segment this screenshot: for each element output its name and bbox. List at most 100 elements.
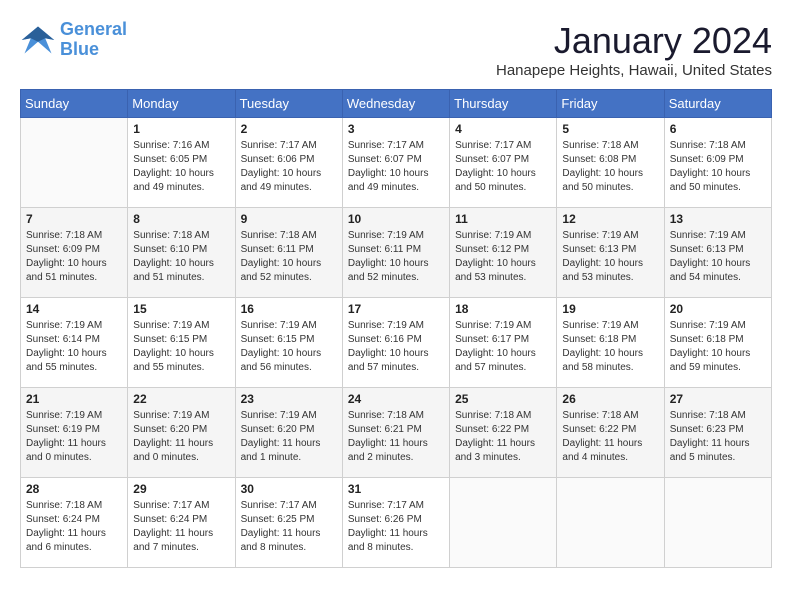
calendar-cell: 12 Sunrise: 7:19 AM Sunset: 6:13 PM Dayli…	[557, 208, 664, 298]
calendar-cell: 11 Sunrise: 7:19 AM Sunset: 6:12 PM Dayli…	[450, 208, 557, 298]
weekday-header-saturday: Saturday	[664, 90, 771, 118]
weekday-header-wednesday: Wednesday	[342, 90, 449, 118]
day-info: Sunrise: 7:19 AM Sunset: 6:12 PM Dayligh…	[455, 229, 551, 285]
day-number: 14	[26, 302, 122, 316]
day-number: 31	[348, 482, 444, 496]
calendar-cell: 17 Sunrise: 7:19 AM Sunset: 6:16 PM Dayli…	[342, 298, 449, 388]
title-section: January 2024 Hanapepe Heights, Hawaii, U…	[496, 20, 772, 79]
calendar-cell: 25 Sunrise: 7:18 AM Sunset: 6:22 PM Dayli…	[450, 388, 557, 478]
day-info: Sunrise: 7:18 AM Sunset: 6:23 PM Dayligh…	[670, 409, 766, 465]
day-number: 20	[670, 302, 766, 316]
calendar-cell	[21, 118, 128, 208]
day-number: 13	[670, 212, 766, 226]
weekday-header-row: SundayMondayTuesdayWednesdayThursdayFrid…	[21, 90, 772, 118]
weekday-header-sunday: Sunday	[21, 90, 128, 118]
day-number: 5	[562, 122, 658, 136]
day-number: 30	[241, 482, 337, 496]
location-title: Hanapepe Heights, Hawaii, United States	[496, 62, 772, 79]
logo-text: General Blue	[60, 20, 127, 60]
day-info: Sunrise: 7:19 AM Sunset: 6:19 PM Dayligh…	[26, 409, 122, 465]
day-info: Sunrise: 7:19 AM Sunset: 6:18 PM Dayligh…	[670, 319, 766, 375]
calendar-cell: 13 Sunrise: 7:19 AM Sunset: 6:13 PM Dayli…	[664, 208, 771, 298]
day-info: Sunrise: 7:17 AM Sunset: 6:26 PM Dayligh…	[348, 499, 444, 555]
calendar-cell	[664, 478, 771, 568]
calendar-cell: 2 Sunrise: 7:17 AM Sunset: 6:06 PM Daylig…	[235, 118, 342, 208]
day-info: Sunrise: 7:18 AM Sunset: 6:08 PM Dayligh…	[562, 139, 658, 195]
calendar-week-row: 21Sunrise: 7:19 AM Sunset: 6:19 PM Dayli…	[21, 388, 772, 478]
day-info: Sunrise: 7:17 AM Sunset: 6:06 PM Dayligh…	[241, 139, 337, 195]
day-number: 12	[562, 212, 658, 226]
day-number: 4	[455, 122, 551, 136]
day-number: 28	[26, 482, 122, 496]
calendar-cell: 29Sunrise: 7:17 AM Sunset: 6:24 PM Dayli…	[128, 478, 235, 568]
calendar-cell: 21Sunrise: 7:19 AM Sunset: 6:19 PM Dayli…	[21, 388, 128, 478]
day-number: 17	[348, 302, 444, 316]
day-info: Sunrise: 7:19 AM Sunset: 6:13 PM Dayligh…	[670, 229, 766, 285]
day-info: Sunrise: 7:19 AM Sunset: 6:20 PM Dayligh…	[133, 409, 229, 465]
day-info: Sunrise: 7:19 AM Sunset: 6:15 PM Dayligh…	[133, 319, 229, 375]
calendar-week-row: 7Sunrise: 7:18 AM Sunset: 6:09 PM Daylig…	[21, 208, 772, 298]
weekday-header-friday: Friday	[557, 90, 664, 118]
calendar-cell: 28 Sunrise: 7:18 AM Sunset: 6:24 PM Dayli…	[21, 478, 128, 568]
day-number: 27	[670, 392, 766, 406]
logo: General Blue	[20, 20, 127, 60]
day-number: 7	[26, 212, 122, 226]
header: General Blue January 2024 Hanapepe Heigh…	[20, 20, 772, 79]
month-title: January 2024	[496, 20, 772, 62]
day-number: 25	[455, 392, 551, 406]
calendar-cell	[450, 478, 557, 568]
calendar-cell: 15Sunrise: 7:19 AM Sunset: 6:15 PM Dayli…	[128, 298, 235, 388]
calendar-cell: 4 Sunrise: 7:17 AM Sunset: 6:07 PM Daylig…	[450, 118, 557, 208]
day-info: Sunrise: 7:18 AM Sunset: 6:22 PM Dayligh…	[455, 409, 551, 465]
day-info: Sunrise: 7:16 AM Sunset: 6:05 PM Dayligh…	[133, 139, 229, 195]
weekday-header-monday: Monday	[128, 90, 235, 118]
weekday-header-thursday: Thursday	[450, 90, 557, 118]
calendar-cell	[557, 478, 664, 568]
calendar-cell: 31 Sunrise: 7:17 AM Sunset: 6:26 PM Dayli…	[342, 478, 449, 568]
calendar-cell: 27 Sunrise: 7:18 AM Sunset: 6:23 PM Dayli…	[664, 388, 771, 478]
day-number: 24	[348, 392, 444, 406]
day-info: Sunrise: 7:18 AM Sunset: 6:22 PM Dayligh…	[562, 409, 658, 465]
calendar-cell: 26 Sunrise: 7:18 AM Sunset: 6:22 PM Dayli…	[557, 388, 664, 478]
day-number: 26	[562, 392, 658, 406]
day-info: Sunrise: 7:19 AM Sunset: 6:20 PM Dayligh…	[241, 409, 337, 465]
day-number: 6	[670, 122, 766, 136]
day-info: Sunrise: 7:19 AM Sunset: 6:13 PM Dayligh…	[562, 229, 658, 285]
calendar-cell: 14Sunrise: 7:19 AM Sunset: 6:14 PM Dayli…	[21, 298, 128, 388]
day-number: 22	[133, 392, 229, 406]
calendar-cell: 5 Sunrise: 7:18 AM Sunset: 6:08 PM Daylig…	[557, 118, 664, 208]
calendar-cell: 30Sunrise: 7:17 AM Sunset: 6:25 PM Dayli…	[235, 478, 342, 568]
calendar-week-row: 14Sunrise: 7:19 AM Sunset: 6:14 PM Dayli…	[21, 298, 772, 388]
calendar-cell: 24Sunrise: 7:18 AM Sunset: 6:21 PM Dayli…	[342, 388, 449, 478]
day-info: Sunrise: 7:19 AM Sunset: 6:15 PM Dayligh…	[241, 319, 337, 375]
day-number: 10	[348, 212, 444, 226]
calendar-cell: 3Sunrise: 7:17 AM Sunset: 6:07 PM Daylig…	[342, 118, 449, 208]
day-number: 19	[562, 302, 658, 316]
day-number: 29	[133, 482, 229, 496]
calendar-cell: 9Sunrise: 7:18 AM Sunset: 6:11 PM Daylig…	[235, 208, 342, 298]
calendar-cell: 7Sunrise: 7:18 AM Sunset: 6:09 PM Daylig…	[21, 208, 128, 298]
day-info: Sunrise: 7:17 AM Sunset: 6:07 PM Dayligh…	[455, 139, 551, 195]
day-number: 2	[241, 122, 337, 136]
day-info: Sunrise: 7:19 AM Sunset: 6:17 PM Dayligh…	[455, 319, 551, 375]
calendar-week-row: 28 Sunrise: 7:18 AM Sunset: 6:24 PM Dayli…	[21, 478, 772, 568]
day-number: 1	[133, 122, 229, 136]
calendar-cell: 16Sunrise: 7:19 AM Sunset: 6:15 PM Dayli…	[235, 298, 342, 388]
day-number: 11	[455, 212, 551, 226]
calendar-cell: 19Sunrise: 7:19 AM Sunset: 6:18 PM Dayli…	[557, 298, 664, 388]
day-info: Sunrise: 7:18 AM Sunset: 6:24 PM Dayligh…	[26, 499, 122, 555]
day-number: 9	[241, 212, 337, 226]
day-info: Sunrise: 7:18 AM Sunset: 6:10 PM Dayligh…	[133, 229, 229, 285]
day-info: Sunrise: 7:19 AM Sunset: 6:11 PM Dayligh…	[348, 229, 444, 285]
calendar-cell: 18Sunrise: 7:19 AM Sunset: 6:17 PM Dayli…	[450, 298, 557, 388]
calendar-table: SundayMondayTuesdayWednesdayThursdayFrid…	[20, 89, 772, 568]
weekday-header-tuesday: Tuesday	[235, 90, 342, 118]
day-number: 23	[241, 392, 337, 406]
calendar-cell: 23 Sunrise: 7:19 AM Sunset: 6:20 PM Dayli…	[235, 388, 342, 478]
calendar-week-row: 1 Sunrise: 7:16 AM Sunset: 6:05 PM Daylig…	[21, 118, 772, 208]
day-info: Sunrise: 7:19 AM Sunset: 6:16 PM Dayligh…	[348, 319, 444, 375]
logo-icon	[20, 22, 56, 58]
day-info: Sunrise: 7:17 AM Sunset: 6:07 PM Dayligh…	[348, 139, 444, 195]
calendar-cell: 20 Sunrise: 7:19 AM Sunset: 6:18 PM Dayli…	[664, 298, 771, 388]
calendar-cell: 10 Sunrise: 7:19 AM Sunset: 6:11 PM Dayli…	[342, 208, 449, 298]
